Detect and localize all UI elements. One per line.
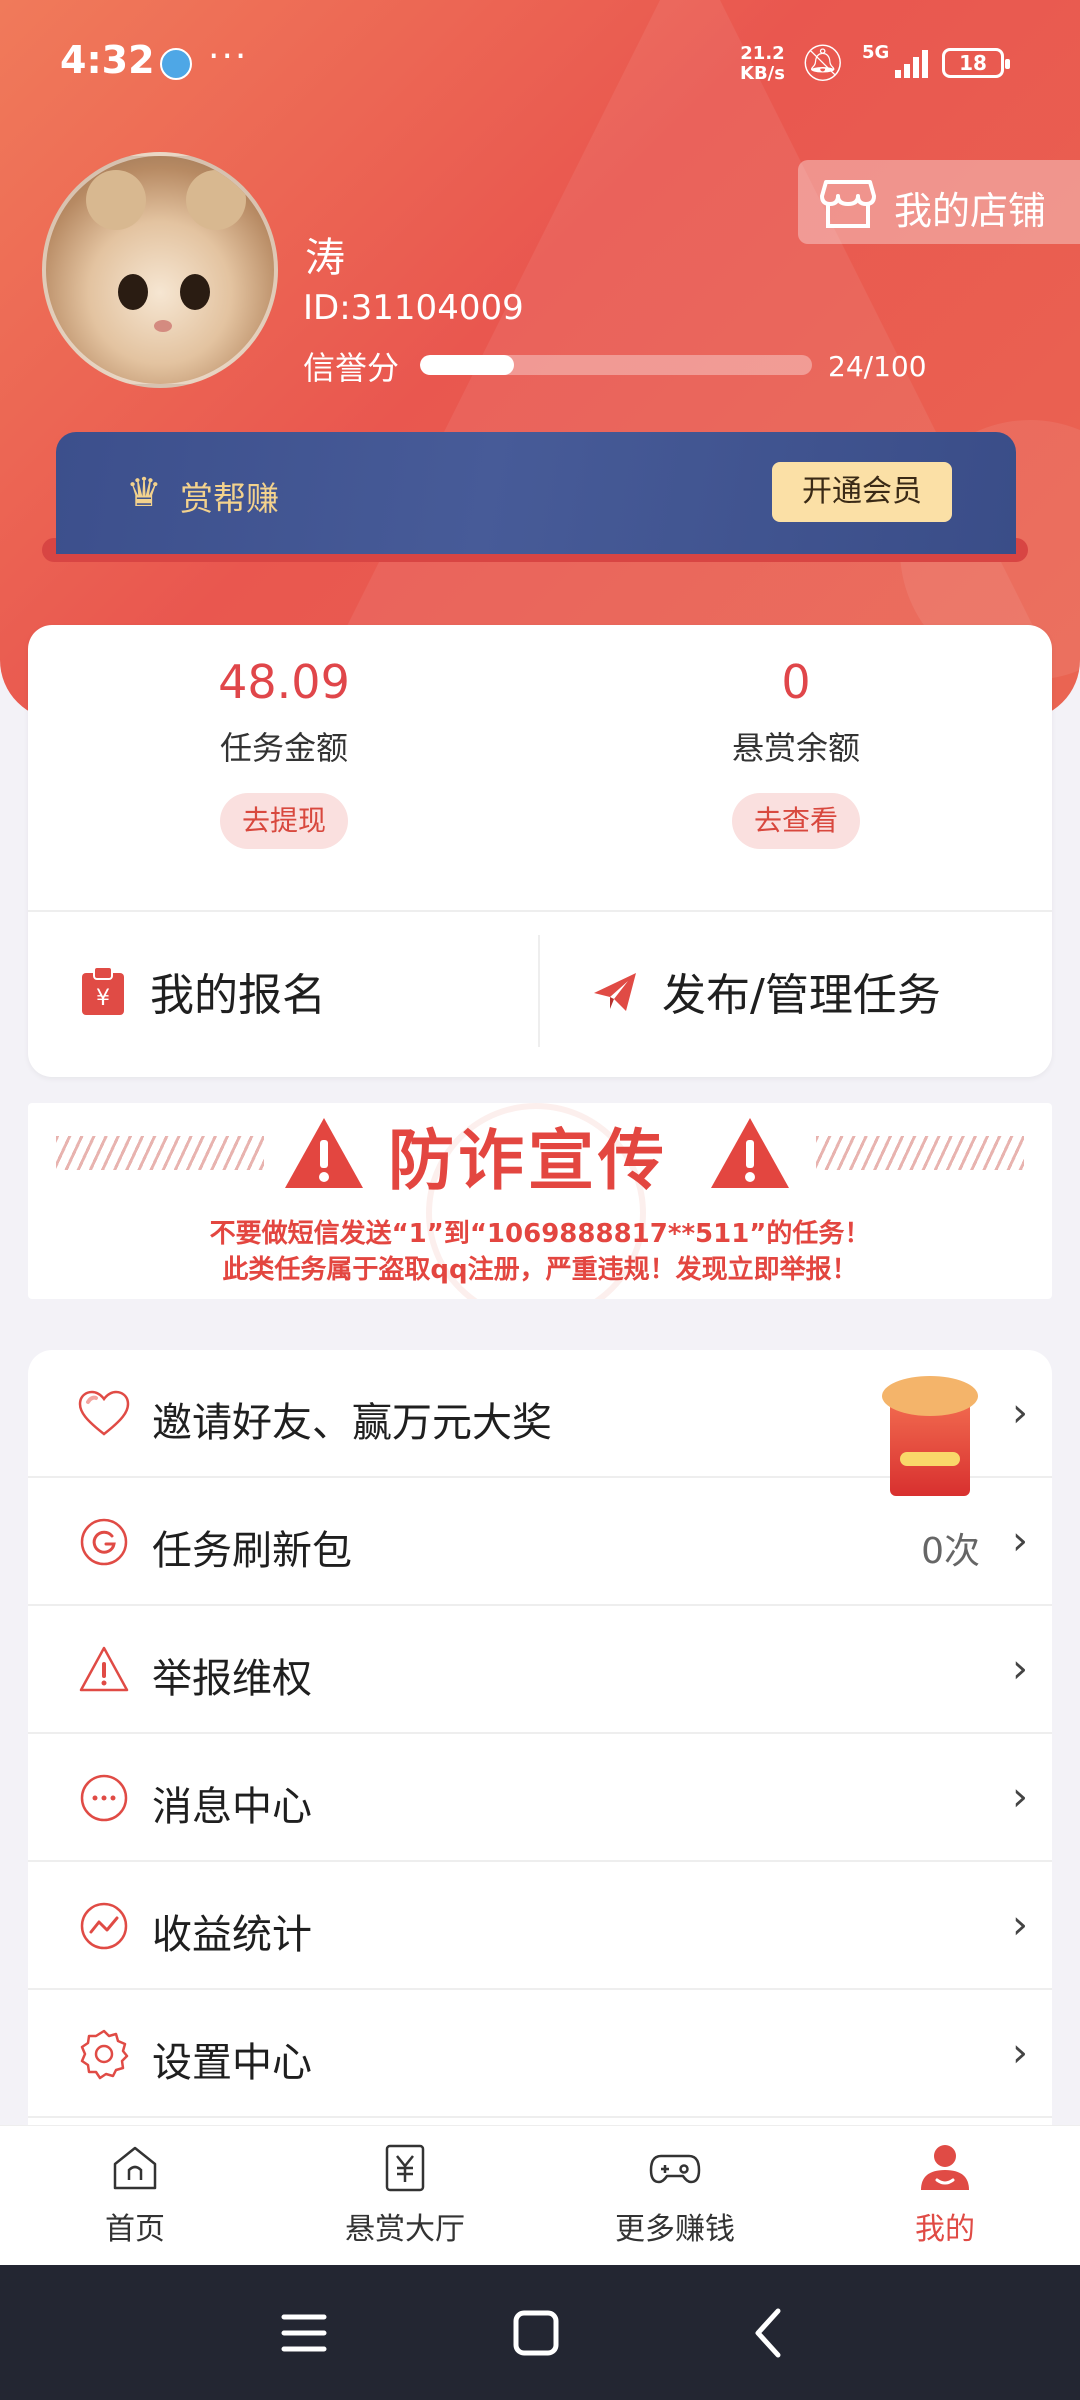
menu-item-refresh-pack[interactable]: 任务刷新包 0次 › xyxy=(28,1478,1052,1606)
publish-manage-task-label: 发布/管理任务 xyxy=(662,970,941,1021)
credit-progress-fill xyxy=(420,355,515,375)
clipboard-yuan-icon: ¥ xyxy=(82,966,124,1015)
message-icon xyxy=(80,1774,128,1822)
network-speed-unit: KB/s xyxy=(740,63,785,84)
back-icon[interactable] xyxy=(740,2303,800,2363)
refresh-pack-count: 0次 xyxy=(921,1531,980,1572)
anti-fraud-title: 防诈宣传 xyxy=(388,1122,668,1199)
status-bar: 4:32 ··· 21.2 KB/s 🔕︎ 5G 18 xyxy=(0,0,1080,125)
avatar-eye xyxy=(118,274,148,310)
vip-brand-name: 赏帮赚 xyxy=(180,479,279,518)
credit-label: 信誉分 xyxy=(303,349,400,387)
tab-label: 悬赏大厅 xyxy=(345,2212,465,2247)
avatar-nose xyxy=(154,320,172,332)
paper-plane-icon xyxy=(594,973,636,1011)
reward-balance-section: 0 悬赏余额 去查看 xyxy=(540,655,1052,849)
network-speed: 21.2 KB/s xyxy=(740,44,785,84)
open-membership-button[interactable]: 开通会员 xyxy=(772,462,952,522)
tab-mine[interactable]: 我的 xyxy=(810,2126,1080,2266)
menu-item-label: 邀请好友、赢万元大奖 xyxy=(152,1400,552,1446)
warning-triangle-icon xyxy=(711,1118,789,1188)
user-icon xyxy=(921,2145,969,2190)
anti-fraud-warning-line1: 不要做短信发送“1”到“1069888817**511”的任务！ xyxy=(209,1219,871,1249)
my-signup-button[interactable]: ¥ 我的报名 xyxy=(80,935,326,1047)
task-amount-section: 48.09 任务金额 去提现 xyxy=(28,655,540,849)
withdraw-button[interactable]: 去提现 xyxy=(219,793,348,849)
task-amount-label: 任务金额 xyxy=(219,729,348,767)
my-shop-label: 我的店铺 xyxy=(894,189,1047,233)
heart-icon xyxy=(78,1390,130,1436)
vip-banner[interactable]: ♛ 赏帮赚 开通会员 xyxy=(56,432,1016,554)
home-square-icon[interactable] xyxy=(506,2303,566,2363)
menu-item-message-center[interactable]: 消息中心 › xyxy=(28,1734,1052,1862)
my-shop-button[interactable]: 我的店铺 xyxy=(798,160,1080,244)
status-time: 4:32 xyxy=(60,38,155,82)
publish-manage-task-button[interactable]: 发布/管理任务 xyxy=(592,935,941,1047)
network-speed-value: 21.2 xyxy=(740,43,785,64)
menu-item-label: 设置中心 xyxy=(152,2040,312,2086)
divider xyxy=(538,935,540,1047)
crown-icon: ♛ xyxy=(126,470,162,516)
tab-label: 我的 xyxy=(915,2212,975,2247)
balance-card: 48.09 任务金额 去提现 0 悬赏余额 去查看 ¥ 我的报名 发布/管理任务 xyxy=(28,625,1052,1077)
tab-label: 更多赚钱 xyxy=(615,2212,735,2247)
decorative-stripes xyxy=(56,1136,264,1170)
my-signup-label: 我的报名 xyxy=(150,970,326,1021)
tab-earn-more[interactable]: 更多赚钱 xyxy=(540,2126,810,2266)
chevron-right-icon: › xyxy=(1012,1774,1028,1820)
chart-icon xyxy=(80,1902,128,1950)
reward-balance-label: 悬赏余额 xyxy=(731,729,860,767)
decorative-stripes xyxy=(816,1136,1024,1170)
gear-icon xyxy=(80,2029,129,2080)
menu-list: 邀请好友、赢万元大奖 › 任务刷新包 0次 › 举报维权 › 消息中心 › 收益… xyxy=(28,1350,1052,2130)
menu-item-label: 消息中心 xyxy=(152,1784,312,1830)
telegram-icon xyxy=(160,48,192,80)
menu-item-invite-friends[interactable]: 邀请好友、赢万元大奖 › xyxy=(28,1350,1052,1496)
menu-item-earnings-stats[interactable]: 收益统计 › xyxy=(28,1862,1052,1990)
refresh-icon xyxy=(80,1518,128,1566)
svg-text:¥: ¥ xyxy=(96,986,110,1011)
avatar-ear xyxy=(186,170,246,230)
tab-home[interactable]: 首页 xyxy=(0,2126,270,2266)
chevron-right-icon: › xyxy=(1012,1902,1028,1948)
signal-icon xyxy=(895,48,931,78)
warning-triangle-icon xyxy=(285,1118,363,1188)
menu-item-label: 任务刷新包 xyxy=(152,1528,352,1574)
reward-balance-value: 0 xyxy=(781,655,811,709)
anti-fraud-warning-line2: 此类任务属于盗取qq注册，严重违规！发现立即举报！ xyxy=(222,1255,858,1285)
chevron-right-icon: › xyxy=(1012,2030,1028,2076)
user-name: 涛 xyxy=(305,235,345,281)
credit-value: 24/100 xyxy=(828,350,927,383)
credit-progress-bar xyxy=(420,355,812,375)
chevron-right-icon: › xyxy=(1012,1390,1028,1436)
more-notifications-icon: ··· xyxy=(208,36,249,77)
menu-item-settings[interactable]: 设置中心 › xyxy=(28,1990,1052,2118)
menu-item-label: 举报维权 xyxy=(152,1656,312,1702)
battery-icon: 18 xyxy=(942,48,1010,78)
gamepad-icon xyxy=(649,2154,701,2184)
system-navigation-bar xyxy=(0,2265,1080,2400)
mute-icon: 🔕︎ xyxy=(800,43,846,84)
home-icon xyxy=(113,2146,157,2190)
avatar-ear xyxy=(86,170,146,230)
tab-label: 首页 xyxy=(105,2212,165,2247)
chevron-right-icon: › xyxy=(1012,1518,1028,1564)
view-balance-button[interactable]: 去查看 xyxy=(731,793,860,849)
avatar[interactable] xyxy=(42,152,278,388)
tab-reward-hall[interactable]: 悬赏大厅 xyxy=(270,2126,540,2266)
anti-fraud-banner[interactable]: 防诈宣传 不要做短信发送“1”到“1069888817**511”的任务！ 此类… xyxy=(28,1103,1052,1299)
divider xyxy=(28,910,1052,912)
store-icon xyxy=(820,180,876,228)
task-amount-value: 48.09 xyxy=(218,655,350,709)
menu-icon[interactable] xyxy=(274,2303,334,2363)
yuan-icon xyxy=(385,2144,425,2192)
menu-item-report[interactable]: 举报维权 › xyxy=(28,1606,1052,1734)
bottom-tab-bar: 首页 悬赏大厅 更多赚钱 我的 xyxy=(0,2125,1080,2265)
avatar-eye xyxy=(180,274,210,310)
menu-item-label: 收益统计 xyxy=(152,1912,312,1958)
chevron-right-icon: › xyxy=(1012,1646,1028,1692)
user-id: ID:31104009 xyxy=(303,288,524,328)
warning-icon xyxy=(79,1646,129,1692)
network-type: 5G xyxy=(862,42,890,63)
